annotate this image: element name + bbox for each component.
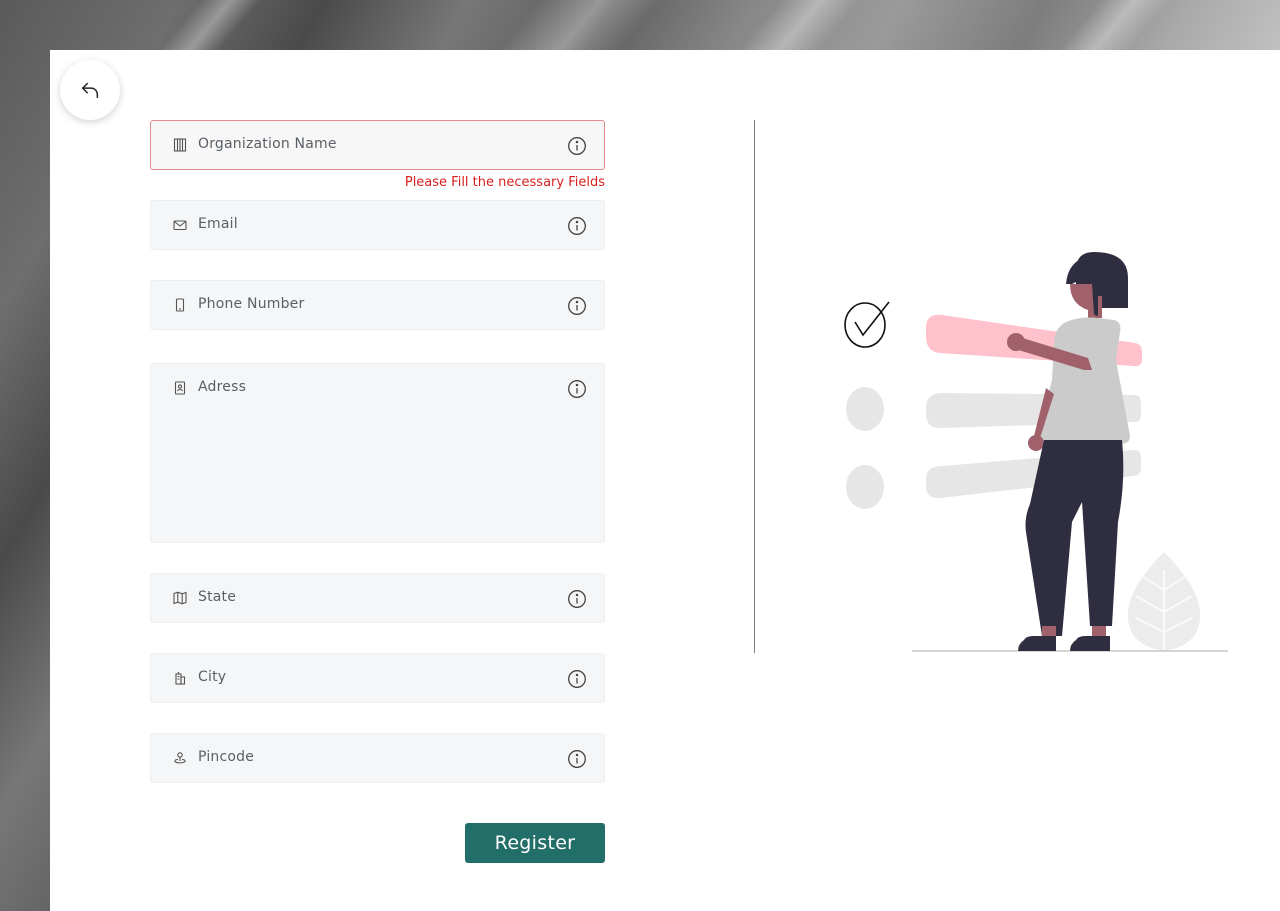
info-icon[interactable] [567, 379, 587, 399]
phone-number-field[interactable]: Phone Number [150, 280, 605, 330]
organization-name-placeholder: Organization Name [198, 136, 337, 152]
mobile-phone-icon [175, 298, 185, 312]
email-placeholder: Email [198, 216, 238, 232]
background-stripe [1059, 0, 1171, 50]
envelope-icon [173, 220, 187, 231]
list-bullet [846, 465, 884, 509]
city-field[interactable]: City [150, 653, 605, 703]
city-buildings-icon [175, 672, 186, 685]
standing-person [1007, 252, 1130, 651]
list-bullet [846, 387, 884, 431]
map-icon [173, 591, 187, 605]
info-icon[interactable] [567, 216, 587, 236]
checkmark-circle-icon [844, 301, 890, 348]
state-field[interactable]: State [150, 573, 605, 623]
pincode-field[interactable]: Pincode [150, 733, 605, 783]
organization-name-field[interactable]: Organization Name [150, 120, 605, 170]
back-button[interactable] [60, 60, 120, 120]
info-icon[interactable] [567, 749, 587, 769]
background-stripe [499, 0, 661, 50]
background-stripe [159, 0, 261, 50]
building-icon [173, 138, 187, 152]
registration-card: Organization Name Please Fill the necess… [50, 50, 1280, 911]
location-pin-icon [174, 752, 186, 764]
checklist-illustration [844, 252, 1228, 652]
info-icon[interactable] [567, 136, 587, 156]
state-placeholder: State [198, 589, 237, 605]
pincode-placeholder: Pincode [198, 749, 255, 765]
address-placeholder: Adress [198, 379, 247, 395]
info-icon[interactable] [567, 589, 587, 609]
register-button[interactable]: Register [465, 823, 605, 863]
info-icon[interactable] [567, 296, 587, 316]
validation-error-message: Please Fill the necessary Fields [404, 175, 605, 190]
leaf-plant [1127, 552, 1201, 651]
background-stripe [739, 0, 861, 50]
contact-book-icon [174, 381, 186, 395]
phone-number-placeholder: Phone Number [198, 296, 305, 312]
info-icon[interactable] [567, 669, 587, 689]
email-field[interactable]: Email [150, 200, 605, 250]
undo-arrow-icon [81, 82, 99, 99]
vertical-divider [754, 120, 755, 653]
address-textarea[interactable]: Adress [150, 363, 605, 543]
city-placeholder: City [198, 669, 227, 685]
